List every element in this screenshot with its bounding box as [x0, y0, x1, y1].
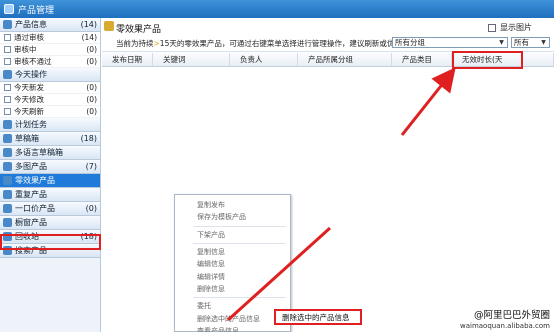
watermark: @阿里巴巴外贸圈 waimaoquan.alibaba.com	[459, 310, 550, 330]
watermark-line2: waimaoquan.alibaba.com	[459, 321, 550, 330]
arrow-to-column	[400, 67, 456, 136]
watermark-line1: @阿里巴巴外贸圈	[473, 310, 550, 322]
app-window: 产品管理 产品信息 (14) 通过审核 (14) 审核中 (0) 审核不通过 (0) 今天操作今…	[0, 0, 554, 332]
arrow-to-menu-item	[226, 226, 332, 322]
annotation-arrows	[226, 67, 456, 322]
